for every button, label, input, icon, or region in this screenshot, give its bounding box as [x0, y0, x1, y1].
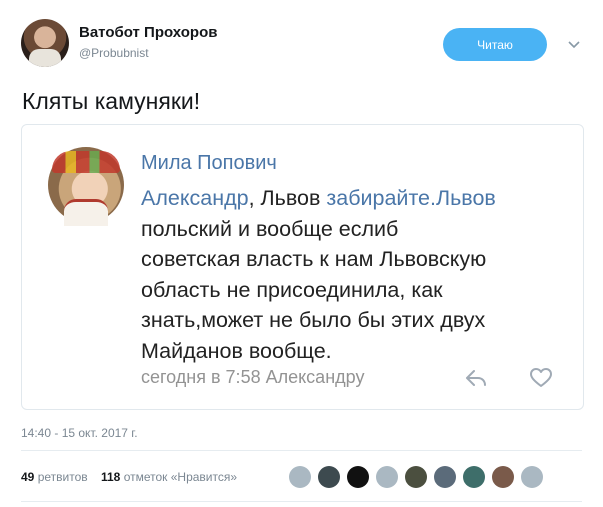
divider: [21, 450, 582, 451]
likes-count: 118: [100, 470, 121, 484]
embedded-post-meta: сегодня в 7:58 Александру: [141, 367, 365, 387]
chevron-down-icon[interactable]: [567, 38, 581, 52]
embedded-image[interactable]: Мила Попович Александр, Львов забирайте.…: [21, 124, 584, 410]
embedded-author-avatar: [48, 147, 124, 226]
tweet-text: Кляты камуняки!: [22, 88, 201, 114]
liker-avatar[interactable]: [492, 466, 514, 488]
share-arrow-icon: [466, 370, 486, 386]
liker-avatar[interactable]: [434, 466, 456, 488]
embedded-post-text: Александр, Львов забирайте.Львов польски…: [141, 183, 571, 366]
post-line: Майданов вообще.: [141, 338, 332, 363]
follow-button[interactable]: Читаю: [443, 28, 547, 61]
author-handle[interactable]: @Probubnist: [79, 46, 149, 60]
liker-avatar[interactable]: [376, 466, 398, 488]
liker-avatar[interactable]: [318, 466, 340, 488]
embedded-author-name: Мила Попович: [141, 152, 277, 174]
liker-avatar[interactable]: [347, 466, 369, 488]
retweets-count: 49: [21, 470, 35, 484]
likes-label: отметок «Нравится»: [123, 470, 238, 484]
liker-avatar[interactable]: [289, 466, 311, 488]
author-avatar[interactable]: [21, 19, 69, 67]
divider: [21, 501, 582, 502]
liker-avatar[interactable]: [463, 466, 485, 488]
heart-icon: [530, 368, 552, 387]
tweet-timestamp[interactable]: 14:40 - 15 окт. 2017 г.: [21, 426, 138, 440]
author-name[interactable]: Ватобот Прохоров: [79, 24, 217, 41]
post-line: Александр, Львов забирайте.Львов: [141, 186, 496, 210]
tweet-stats[interactable]: 49 ретвитов 118 отметок «Нравится»: [21, 470, 237, 484]
retweets-label: ретвитов: [37, 470, 88, 484]
post-line: польский и вообще еслиб: [141, 216, 399, 241]
post-line: область не присоединила, как: [141, 277, 443, 302]
post-line: знать,может не было бы этих двух: [141, 308, 486, 332]
liker-avatar[interactable]: [405, 466, 427, 488]
liker-avatar[interactable]: [521, 466, 543, 488]
post-line: советская власть к нам Львовскую: [141, 247, 487, 271]
